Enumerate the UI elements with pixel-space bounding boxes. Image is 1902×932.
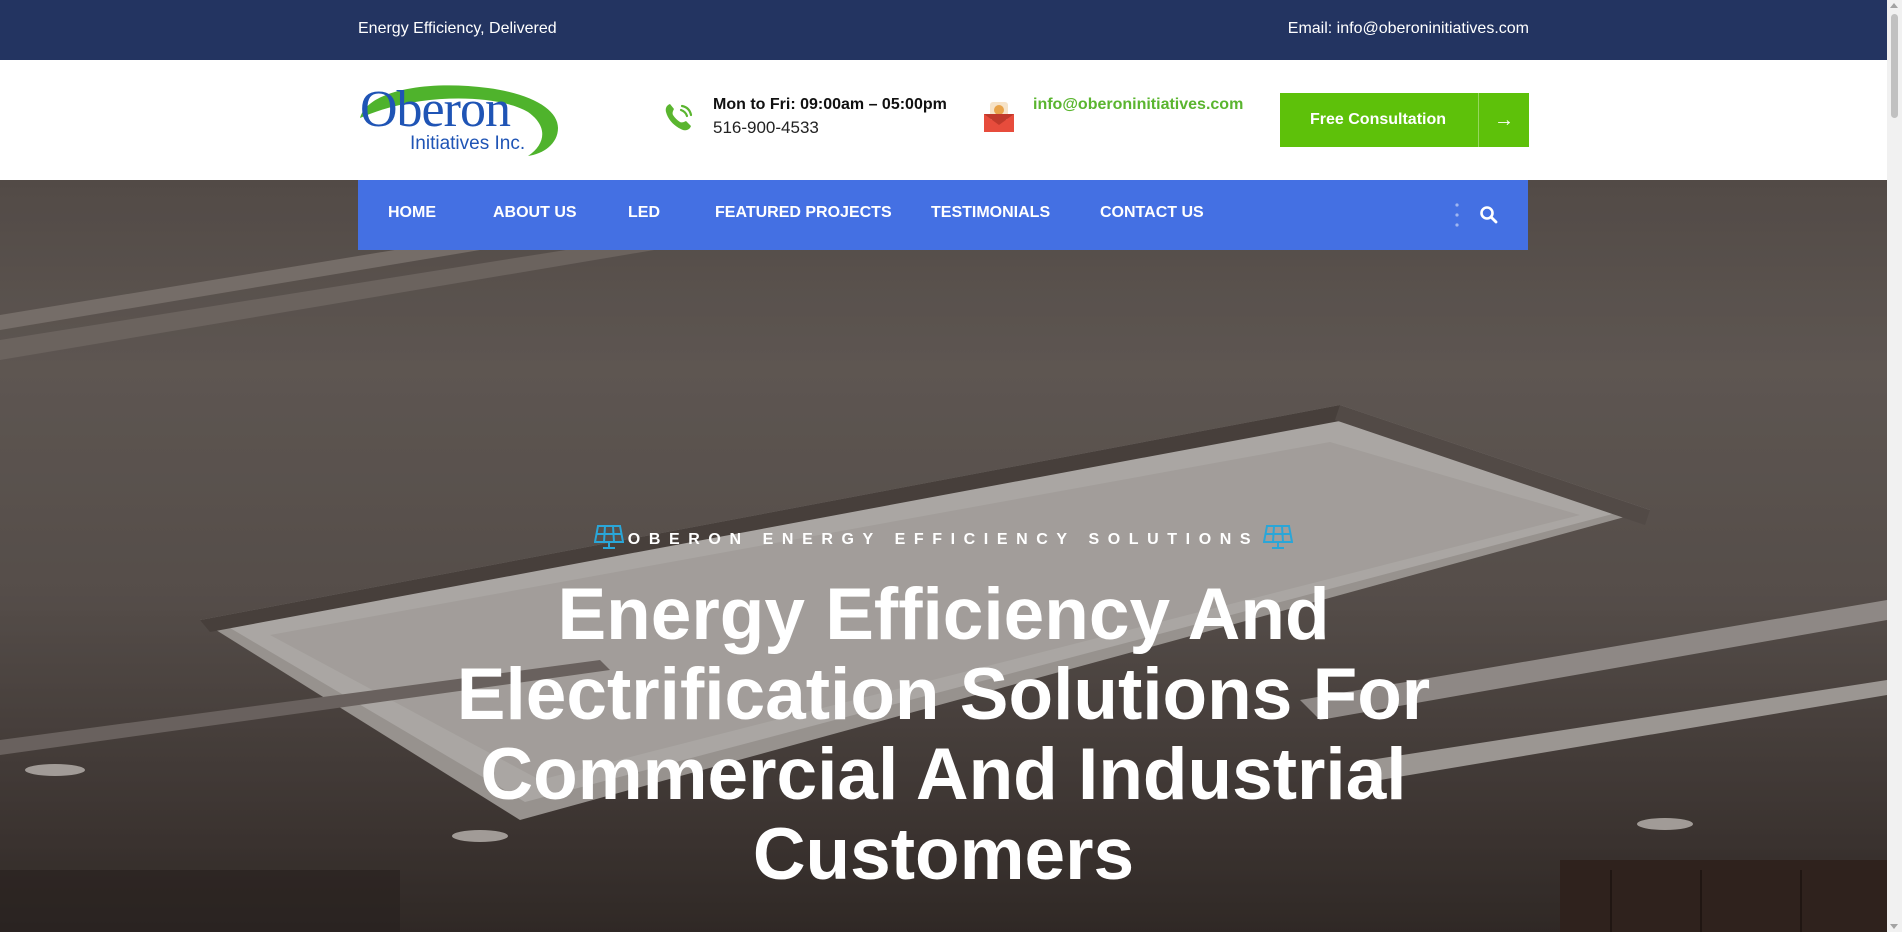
- scroll-down-arrow[interactable]: [1890, 924, 1898, 929]
- headline-line: Energy Efficiency And: [557, 574, 1330, 655]
- headline-line: Commercial And Industrial: [480, 734, 1407, 815]
- nav-item-led[interactable]: LED: [628, 204, 660, 222]
- tagline: Energy Efficiency, Delivered: [358, 20, 557, 37]
- logo-subtitle: Initiatives Inc.: [410, 133, 526, 154]
- site-logo[interactable]: Oberon Initiatives Inc.: [358, 82, 563, 158]
- search-icon[interactable]: [1479, 205, 1499, 225]
- hero-headline: Energy Efficiency And Electrification So…: [0, 575, 1887, 895]
- scrollbar-thumb[interactable]: [1891, 14, 1898, 118]
- headline-line: Electrification Solutions For: [456, 654, 1431, 735]
- phone-number[interactable]: 516-900-4533: [713, 118, 819, 138]
- arrow-right-icon: →: [1478, 93, 1529, 147]
- page-scrollbar[interactable]: [1887, 0, 1902, 932]
- nav-item-about-us[interactable]: About Us: [493, 204, 577, 222]
- main-navigation: Home About Us LED Featured Projects Test…: [358, 180, 1528, 250]
- phone-contact: Mon to Fri: 09:00am – 05:00pm 516-900-45…: [662, 96, 947, 146]
- business-hours: Mon to Fri: 09:00am – 05:00pm: [713, 96, 947, 113]
- free-consultation-label: Free Consultation: [1310, 111, 1447, 128]
- envelope-icon: [984, 102, 1014, 132]
- nav-item-home[interactable]: Home: [388, 204, 436, 222]
- eyebrow-text: OBERON ENERGY EFFICIENCY SOLUTIONS: [627, 531, 1260, 549]
- nav-item-contact-us[interactable]: Contact Us: [1100, 204, 1204, 222]
- nav-item-featured-projects[interactable]: Featured Projects: [715, 204, 892, 222]
- nav-item-testimonials[interactable]: Testimonials: [931, 204, 1050, 222]
- contact-email[interactable]: info@oberoninitiatives.com: [1033, 96, 1243, 114]
- logo-wordmark: Oberon: [360, 81, 511, 138]
- email-contact: info@oberoninitiatives.com: [982, 96, 1243, 146]
- phone-icon: [665, 104, 693, 131]
- scroll-up-arrow[interactable]: [1890, 3, 1898, 8]
- free-consultation-button[interactable]: Free Consultation →: [1280, 93, 1529, 147]
- top-email-link[interactable]: Email: info@oberoninitiatives.com: [1288, 20, 1529, 38]
- hero-eyebrow: OBERON ENERGY EFFICIENCY SOLUTIONS: [0, 525, 1887, 553]
- vertical-dots-icon[interactable]: [1455, 202, 1459, 228]
- headline-line: Customers: [752, 814, 1135, 895]
- solar-panel-icon: [1263, 525, 1294, 549]
- top-bar: Energy Efficiency, Delivered Email: info…: [0, 0, 1887, 60]
- solar-panel-icon: [593, 525, 624, 549]
- site-header: Oberon Initiatives Inc. Mon to Fri: 09:0…: [0, 60, 1887, 180]
